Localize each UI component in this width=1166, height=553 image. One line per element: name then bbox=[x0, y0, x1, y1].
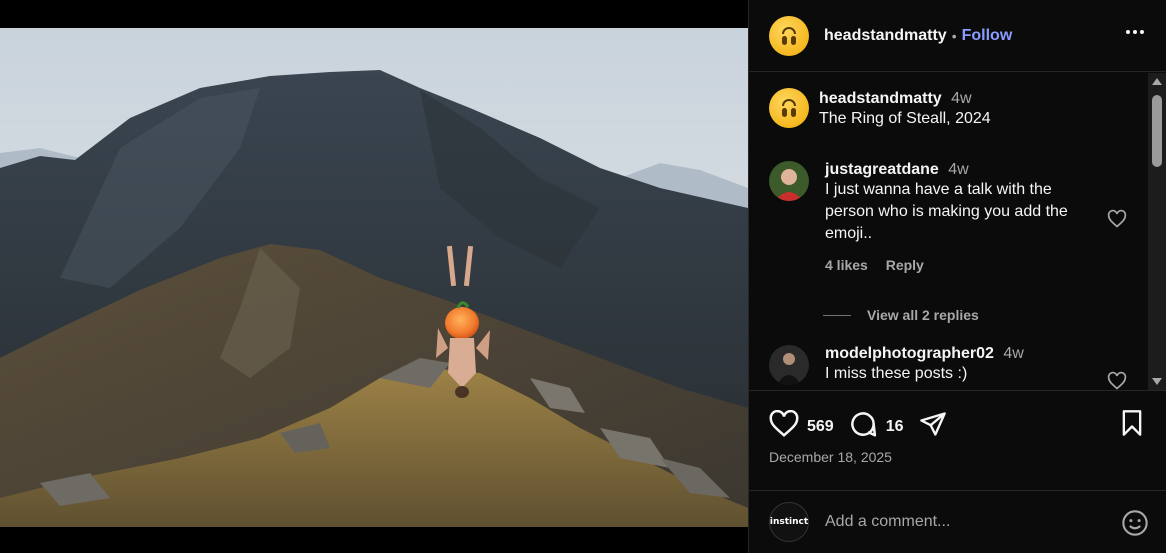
scroll-down-icon[interactable] bbox=[1152, 378, 1162, 385]
caption-author[interactable]: headstandmatty bbox=[819, 90, 942, 107]
post-caption: headstandmatty 4w The Ring of Steall, 20… bbox=[769, 88, 991, 130]
comment-reply-button[interactable]: Reply bbox=[886, 257, 924, 273]
comment-text: I miss these posts :) bbox=[825, 365, 968, 382]
view-replies-button[interactable]: View all 2 replies bbox=[823, 307, 979, 323]
add-comment-bar: instinct bbox=[749, 490, 1166, 553]
more-horizontal-icon[interactable] bbox=[1125, 22, 1145, 48]
caption-time[interactable]: 4w bbox=[951, 90, 971, 107]
author-username[interactable]: headstandmatty bbox=[824, 27, 947, 45]
post-image[interactable] bbox=[0, 0, 748, 553]
commenter-avatar[interactable] bbox=[769, 345, 809, 385]
post-actions: 569 16 December 18, 2025 bbox=[749, 390, 1166, 490]
caption-text: The Ring of Steall, 2024 bbox=[819, 110, 991, 127]
heart-icon[interactable] bbox=[769, 409, 799, 443]
comment-text: I just wanna have a talk with the person… bbox=[825, 181, 1068, 242]
separator-dot: • bbox=[951, 27, 957, 44]
comment-item: modelphotographer02 4w I miss these post… bbox=[769, 345, 1139, 390]
post-header: headstandmatty • Follow bbox=[749, 0, 1166, 72]
comment-author[interactable]: justagreatdane bbox=[825, 161, 939, 178]
comment-author[interactable]: modelphotographer02 bbox=[825, 345, 994, 362]
heart-icon[interactable] bbox=[1107, 371, 1127, 390]
comment-likes[interactable]: 4 likes bbox=[825, 257, 868, 273]
smiley-icon[interactable] bbox=[1121, 509, 1149, 542]
commenter-avatar[interactable] bbox=[769, 161, 809, 201]
follow-button[interactable]: Follow bbox=[962, 27, 1013, 45]
paper-plane-icon[interactable] bbox=[918, 410, 948, 443]
scrollbar-thumb[interactable] bbox=[1152, 95, 1162, 167]
view-replies-label[interactable]: View all 2 replies bbox=[867, 307, 979, 323]
mountain-photo bbox=[0, 28, 748, 527]
current-user-avatar[interactable]: instinct bbox=[769, 502, 809, 542]
like-count[interactable]: 569 bbox=[807, 418, 834, 436]
comment-time[interactable]: 4w bbox=[1003, 345, 1023, 362]
caption-author-avatar[interactable] bbox=[769, 88, 809, 128]
bookmark-icon[interactable] bbox=[1119, 409, 1145, 442]
comment-item: justagreatdane 4w I just wanna have a ta… bbox=[769, 161, 1139, 273]
heart-icon[interactable] bbox=[1107, 209, 1127, 229]
comment-bubble-icon[interactable] bbox=[848, 409, 878, 444]
comment-time[interactable]: 4w bbox=[948, 161, 968, 178]
scroll-up-icon[interactable] bbox=[1152, 78, 1162, 85]
comment-input[interactable] bbox=[825, 513, 1105, 531]
comments-scrollbar[interactable] bbox=[1148, 73, 1166, 390]
author-avatar[interactable] bbox=[769, 15, 809, 56]
replies-divider bbox=[823, 314, 851, 316]
post-date[interactable]: December 18, 2025 bbox=[769, 449, 892, 465]
comment-count[interactable]: 16 bbox=[886, 418, 904, 436]
post-side-panel: headstandmatty • Follow headstandmatty 4… bbox=[748, 0, 1166, 553]
comments-list[interactable]: headstandmatty 4w The Ring of Steall, 20… bbox=[749, 73, 1149, 390]
